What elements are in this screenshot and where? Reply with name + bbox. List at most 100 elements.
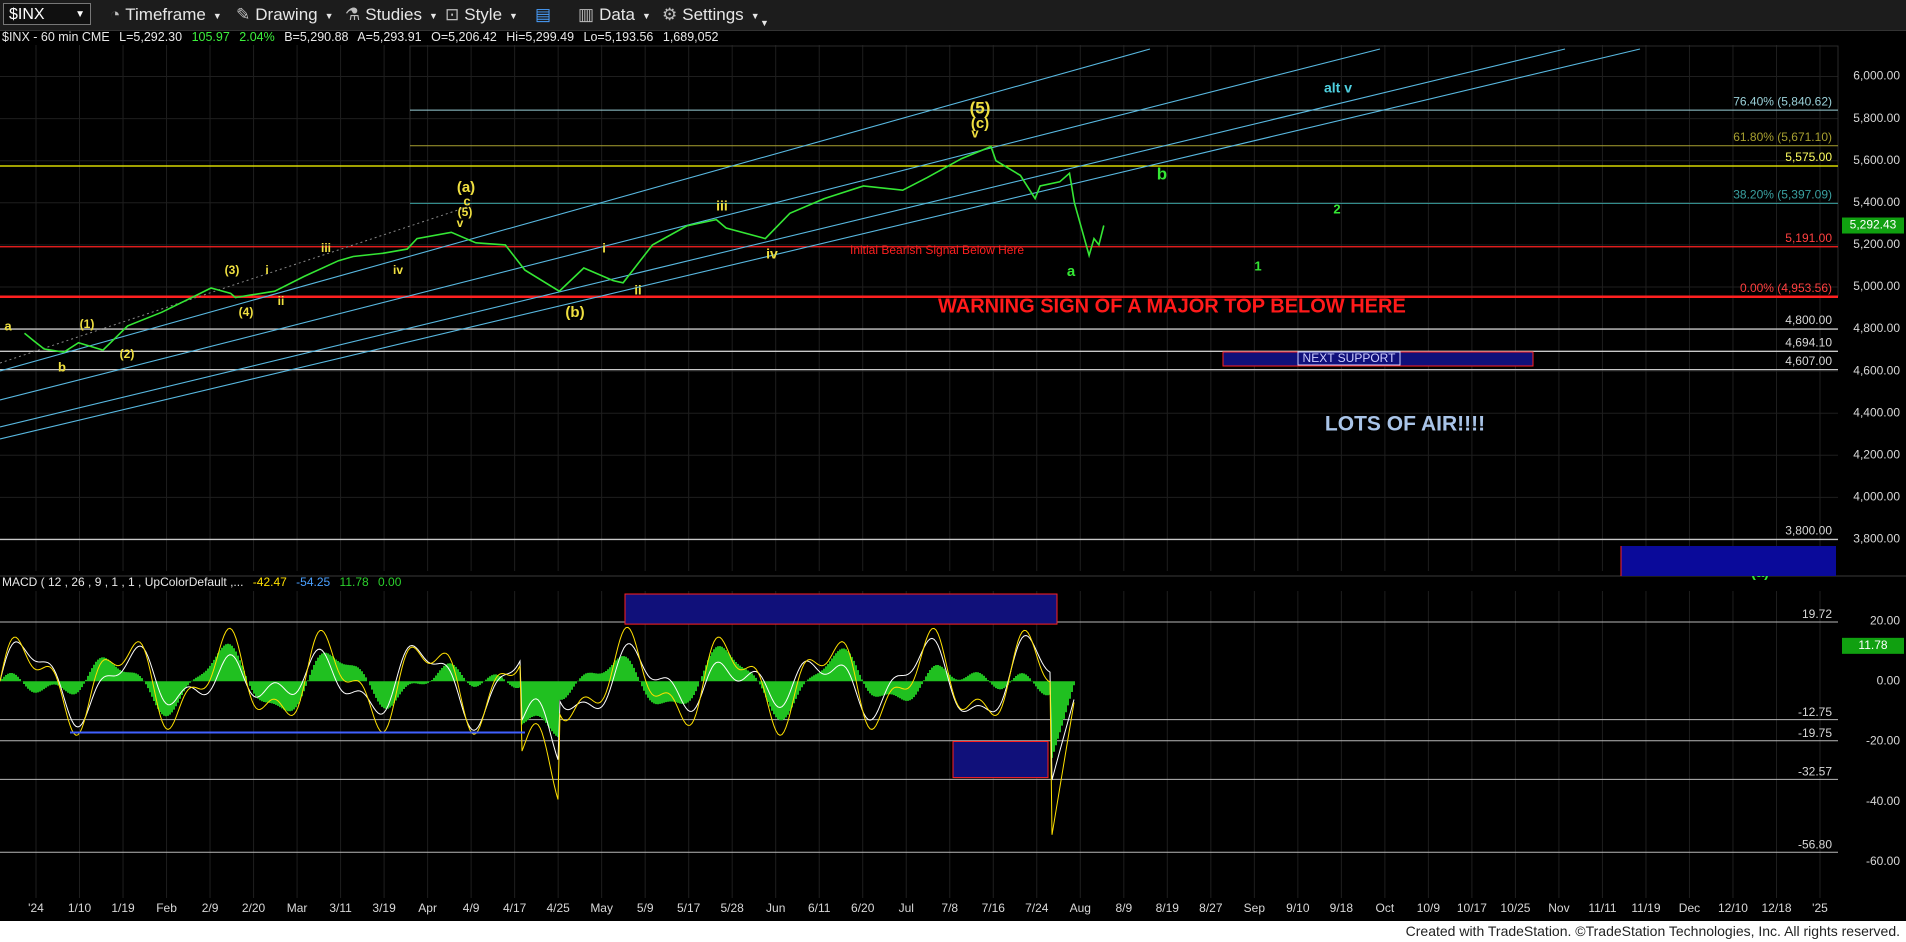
last-price: L=5,292.30 <box>119 31 182 44</box>
price-chart[interactable]: 5,575.00 5,191.00 0.00% (4,953.56) 4,800.00… <box>0 31 1906 921</box>
macd-zero: 0.00 <box>378 575 402 589</box>
y-tick-label: 5,800.00 <box>1853 111 1900 125</box>
macd-level-label: -56.80 <box>1798 837 1832 851</box>
macd-value-tag-label: 11.78 <box>1858 638 1887 652</box>
x-tick-label: Feb <box>156 901 177 915</box>
timeframe-label: Timeframe <box>125 5 206 24</box>
y-tick-label: 4,000.00 <box>1853 490 1900 504</box>
y-tick-label: 5,200.00 <box>1853 237 1900 251</box>
wave-label: a <box>4 318 12 333</box>
x-tick-label: 9/10 <box>1286 901 1310 915</box>
wave-label: v <box>457 216 464 230</box>
macd-box-bottom <box>952 740 1049 779</box>
ask: A=5,293.91 <box>357 31 421 44</box>
x-tick-label: 8/9 <box>1115 901 1132 915</box>
wave-label: 1 <box>1254 258 1261 273</box>
wave-label: v <box>971 125 979 140</box>
bearish-signal-annotation: Initial Bearish Signal Below Here <box>850 243 1024 257</box>
timeframe-menu[interactable]: ◔ Timeframe ▼ <box>110 4 222 26</box>
layout-button[interactable]: ▤ <box>535 4 551 26</box>
chevron-down-icon[interactable]: ▼ <box>75 4 85 26</box>
wave-label: 2 <box>1333 201 1340 216</box>
x-tick-label: '24 <box>28 901 44 915</box>
copyright-text: Created with TradeStation. ©TradeStation… <box>1405 923 1900 939</box>
wave-label: (4) <box>239 305 254 319</box>
x-tick-label: Mar <box>287 901 308 915</box>
x-tick-label: Sep <box>1244 901 1266 915</box>
x-tick-label: '25 <box>1812 901 1828 915</box>
x-tick-label: 2/9 <box>202 901 219 915</box>
y-tick-label: 5,000.00 <box>1853 279 1900 293</box>
x-tick-label: 11/11 <box>1588 901 1617 915</box>
level-label: 3,800.00 <box>1785 524 1832 538</box>
x-tick-label: 1/10 <box>68 901 92 915</box>
macd-level-label: -19.75 <box>1798 726 1832 740</box>
x-tick-label: Dec <box>1679 901 1700 915</box>
bar-chart-icon: ▥ <box>578 5 595 24</box>
settings-menu[interactable]: ⚙ Settings ▼ <box>662 4 760 26</box>
level-label: 4,800.00 <box>1785 313 1832 327</box>
x-tick-label: 10/25 <box>1500 901 1530 915</box>
wave-label: iv <box>393 263 403 277</box>
flask-icon: ⚗ <box>345 5 361 24</box>
fib-label: 61.80% (5,671.10) <box>1733 130 1832 144</box>
x-tick-label: 6/20 <box>851 901 875 915</box>
caret-icon: ▼ <box>324 10 334 21</box>
macd-avg: -54.25 <box>296 575 330 589</box>
caret-icon: ▼ <box>641 10 651 21</box>
macd-box-top <box>624 593 1058 625</box>
gear-icon: ⚙ <box>662 5 678 24</box>
x-tick-label: 8/19 <box>1156 901 1180 915</box>
x-tick-label: 3/11 <box>329 901 352 915</box>
x-tick-label: 2/20 <box>242 901 266 915</box>
macd-level-label: 19.72 <box>1802 607 1832 621</box>
y-tick-label: 5,600.00 <box>1853 153 1900 167</box>
wave-label: b <box>1157 164 1167 183</box>
x-tick-label: Aug <box>1070 901 1091 915</box>
last-price-tag-label: 5,292.43 <box>1850 218 1897 232</box>
level-label: 5,191.00 <box>1785 231 1832 245</box>
level-label: 0.00% (4,953.56) <box>1740 281 1832 295</box>
style-menu[interactable]: ⊡ Style ▼ <box>445 4 518 26</box>
macd-y-tick: -60.00 <box>1866 854 1900 868</box>
caret-icon: ▼ <box>509 10 518 21</box>
wave-label: b <box>58 359 66 374</box>
x-tick-label: Apr <box>418 901 437 915</box>
x-tick-label: Oct <box>1376 901 1395 915</box>
macd-y-tick: -20.00 <box>1866 734 1900 748</box>
wave-label: i <box>602 240 606 255</box>
wave-label: iii <box>321 241 331 255</box>
toolbar: $INX ▼ ◔ Timeframe ▼ ✎ Drawing ▼ ⚗ Studies ▼ ⊡ S… <box>0 0 1906 31</box>
drawing-menu[interactable]: ✎ Drawing ▼ <box>236 4 334 26</box>
wave-label: (b) <box>565 304 584 321</box>
x-tick-label: 5/17 <box>677 901 701 915</box>
macd-header: MACD ( 12 , 26 , 9 , 1 , 1 , UpColorDefa… <box>2 575 402 589</box>
macd-level-label: -32.57 <box>1798 764 1832 778</box>
x-tick-label: 4/9 <box>463 901 480 915</box>
macd-label: MACD ( 12 , 26 , 9 , 1 , 1 , UpColorDefa… <box>2 575 243 589</box>
x-tick-label: 4/17 <box>503 901 527 915</box>
level-label: 4,694.10 <box>1785 335 1832 349</box>
x-tick-label: 3/19 <box>372 901 396 915</box>
x-tick-label: 1/19 <box>111 901 135 915</box>
macd-y-tick: 20.00 <box>1870 613 1900 627</box>
y-tick-label: 4,400.00 <box>1853 405 1900 419</box>
data-menu[interactable]: ▥ Data ▼ <box>578 4 651 26</box>
wave-label: (2) <box>120 347 135 361</box>
symbol-input[interactable]: $INX ▼ <box>3 3 91 25</box>
alt-v-label: alt v <box>1324 80 1352 96</box>
x-tick-label: 8/27 <box>1199 901 1223 915</box>
level-label: 5,575.00 <box>1785 150 1832 164</box>
y-tick-label: 4,600.00 <box>1853 363 1900 377</box>
macd-value: -42.47 <box>253 575 287 589</box>
symbol-value: $INX <box>9 6 45 23</box>
studies-menu[interactable]: ⚗ Studies ▼ <box>345 4 438 26</box>
x-tick-label: 12/18 <box>1761 901 1791 915</box>
fib-label: 76.40% (5,840.62) <box>1733 94 1832 108</box>
x-tick-label: 9/18 <box>1330 901 1354 915</box>
pct-change: 2.04% <box>239 31 274 44</box>
x-tick-label: 7/24 <box>1025 901 1049 915</box>
layout-icon: ▤ <box>535 5 552 24</box>
macd-y-tick: -40.00 <box>1866 794 1900 808</box>
lots-of-air-annotation: LOTS OF AIR!!!! <box>1325 413 1485 436</box>
